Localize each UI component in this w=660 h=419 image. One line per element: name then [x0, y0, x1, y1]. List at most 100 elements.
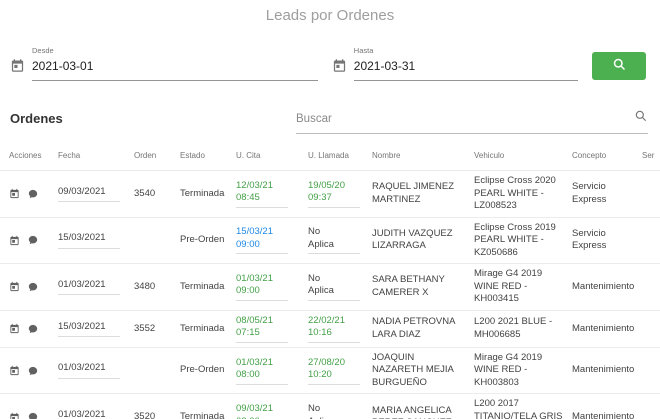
- row-vehiculo: Mirage G4 2019 WINE RED - KH003415: [474, 268, 543, 305]
- comment-icon[interactable]: [28, 282, 38, 292]
- row-cita[interactable]: 12/03/21 08:45: [234, 180, 306, 208]
- row-vehiculo: Eclipse Cross 2019 PEARL WHITE - KZ05068…: [474, 221, 556, 258]
- row-actions: [0, 188, 56, 199]
- calendar-icon[interactable]: [10, 58, 25, 81]
- row-concepto: Servicio Express: [572, 227, 607, 252]
- search-icon: [634, 109, 648, 128]
- column-header-nombre: Nombre: [372, 151, 401, 160]
- row-llamada[interactable]: 22/02/21 10:16: [306, 315, 370, 343]
- calendar-icon[interactable]: [9, 365, 20, 376]
- table-row: 09/03/2021 3540 Terminada 12/03/21 08:45 …: [0, 171, 660, 218]
- column-header-estado: Estado: [180, 151, 205, 160]
- page-title: Leads por Ordenes: [265, 7, 395, 24]
- row-fecha[interactable]: 01/03/2021: [56, 409, 132, 419]
- date-from-field: Desde: [10, 46, 318, 81]
- row-vehiculo: L200 2021 BLUE - MH006685: [474, 316, 553, 340]
- row-estado: Terminada: [180, 280, 225, 292]
- table-row: 01/03/2021 3480 Terminada 01/03/21 09:00 …: [0, 264, 660, 311]
- row-actions: [0, 323, 56, 334]
- comment-icon[interactable]: [28, 189, 38, 199]
- comment-icon[interactable]: [28, 324, 38, 334]
- comment-icon[interactable]: [28, 412, 38, 419]
- calendar-icon[interactable]: [9, 412, 20, 419]
- row-orden: 3552: [134, 322, 156, 334]
- table-row: 15/03/2021 3552 Terminada 08/05/21 07:15 …: [0, 311, 660, 348]
- row-cita[interactable]: 09/03/2108:00: [234, 403, 306, 419]
- row-concepto: Mantenimiento: [572, 322, 635, 334]
- calendar-icon[interactable]: [332, 58, 347, 81]
- row-nombre: MARIA ANGELICA PEREZ SANCHEZ: [372, 404, 452, 419]
- row-actions: [0, 412, 56, 419]
- row-estado: Terminada: [180, 322, 225, 334]
- row-llamada[interactable]: 27/08/20 10:20: [306, 357, 370, 385]
- row-llamada[interactable]: NoAplica: [306, 273, 370, 302]
- row-fecha[interactable]: 01/03/2021: [56, 362, 132, 379]
- row-orden: 3540: [134, 187, 156, 199]
- calendar-icon[interactable]: [9, 235, 20, 246]
- orders-search-box: [296, 109, 648, 134]
- row-concepto: Mantenimiento: [572, 280, 635, 292]
- row-concepto: Mantenimiento: [572, 364, 635, 376]
- comment-icon[interactable]: [28, 235, 38, 245]
- row-cita[interactable]: 01/03/21 08:00: [234, 357, 306, 385]
- row-estado: Terminada: [180, 187, 225, 199]
- row-fecha[interactable]: 09/03/2021: [56, 186, 132, 203]
- date-from-label: Desde: [32, 46, 54, 55]
- date-from-input[interactable]: [32, 59, 318, 73]
- row-concepto: Mantenimiento: [572, 410, 635, 419]
- search-button[interactable]: [592, 52, 646, 80]
- row-actions: [0, 281, 56, 292]
- column-header-cita: U. Cita: [236, 151, 261, 160]
- comment-icon[interactable]: [28, 366, 38, 376]
- row-orden: 3520: [134, 410, 156, 419]
- orders-search-input[interactable]: [296, 112, 634, 125]
- row-estado: Terminada: [180, 410, 225, 419]
- search-icon: [612, 57, 627, 75]
- row-fecha[interactable]: 15/03/2021: [56, 232, 132, 249]
- column-header-concepto: Concepto: [572, 151, 607, 160]
- orders-section-header: Ordenes: [10, 109, 648, 134]
- column-header-fecha: Fecha: [58, 151, 81, 160]
- date-filters: Desde Hasta: [10, 46, 646, 81]
- row-nombre: JOAQUIN NAZARETH MEJIA BURGUEÑO: [372, 351, 454, 388]
- table-header-row: Acciones Fecha Orden Estado U. Cita U. L…: [0, 134, 660, 171]
- calendar-icon[interactable]: [9, 188, 20, 199]
- row-nombre: RAQUEL JIMENEZ MARTINEZ: [372, 181, 454, 205]
- row-actions: [0, 365, 56, 376]
- date-to-field: Hasta: [332, 46, 578, 81]
- date-from-box: Desde: [32, 46, 318, 81]
- column-header-ser: Ser: [642, 151, 655, 160]
- row-estado: Pre-Orden: [180, 234, 225, 246]
- row-llamada[interactable]: NoAplica: [306, 403, 370, 419]
- row-orden: 3480: [134, 280, 156, 292]
- date-to-input[interactable]: [353, 59, 578, 73]
- column-header-orden: Orden: [134, 151, 157, 160]
- row-cita[interactable]: 08/05/21 07:15: [234, 315, 306, 343]
- row-vehiculo: L200 2017 TITANIO/TELA GRIS - HH037511: [474, 398, 563, 419]
- row-llamada[interactable]: NoAplica: [306, 226, 370, 255]
- date-to-label: Hasta: [353, 46, 374, 55]
- column-header-llamada: U. Llamada: [308, 151, 349, 160]
- table-row: 01/03/2021 Pre-Orden 01/03/21 08:00 27/08…: [0, 348, 660, 395]
- calendar-icon[interactable]: [9, 281, 20, 292]
- row-cita[interactable]: 01/03/21 09:00: [234, 273, 306, 302]
- row-actions: [0, 235, 56, 246]
- row-llamada[interactable]: 19/05/20 09:37: [306, 180, 370, 208]
- column-header-acciones: Acciones: [9, 151, 42, 160]
- row-vehiculo: Mirage G4 2019 WINE RED - KH003803: [474, 351, 543, 388]
- row-estado: Pre-Orden: [180, 364, 225, 376]
- row-nombre: JUDITH VAZQUEZ LIZARRAGA: [372, 227, 453, 252]
- orders-heading: Ordenes: [10, 111, 63, 126]
- row-fecha[interactable]: 15/03/2021: [56, 321, 132, 338]
- row-vehiculo: Eclipse Cross 2020 PEARL WHITE - LZ00852…: [474, 175, 556, 212]
- table-row: 01/03/2021 3520 Terminada 09/03/2108:00 …: [0, 394, 660, 419]
- row-nombre: SARA BETHANY CAMERER X: [372, 274, 445, 298]
- row-nombre: NADIA PETROVNA LARA DIAZ: [372, 316, 455, 340]
- column-header-vehiculo: Vehiculo: [474, 151, 505, 160]
- table-body: 09/03/2021 3540 Terminada 12/03/21 08:45 …: [0, 171, 660, 419]
- row-fecha[interactable]: 01/03/2021: [56, 279, 132, 296]
- table-row: 15/03/2021 Pre-Orden 15/03/21 09:00 No Apl…: [0, 218, 660, 265]
- date-to-box: Hasta: [353, 46, 578, 81]
- calendar-icon[interactable]: [9, 323, 20, 334]
- row-cita[interactable]: 15/03/21 09:00: [234, 226, 306, 255]
